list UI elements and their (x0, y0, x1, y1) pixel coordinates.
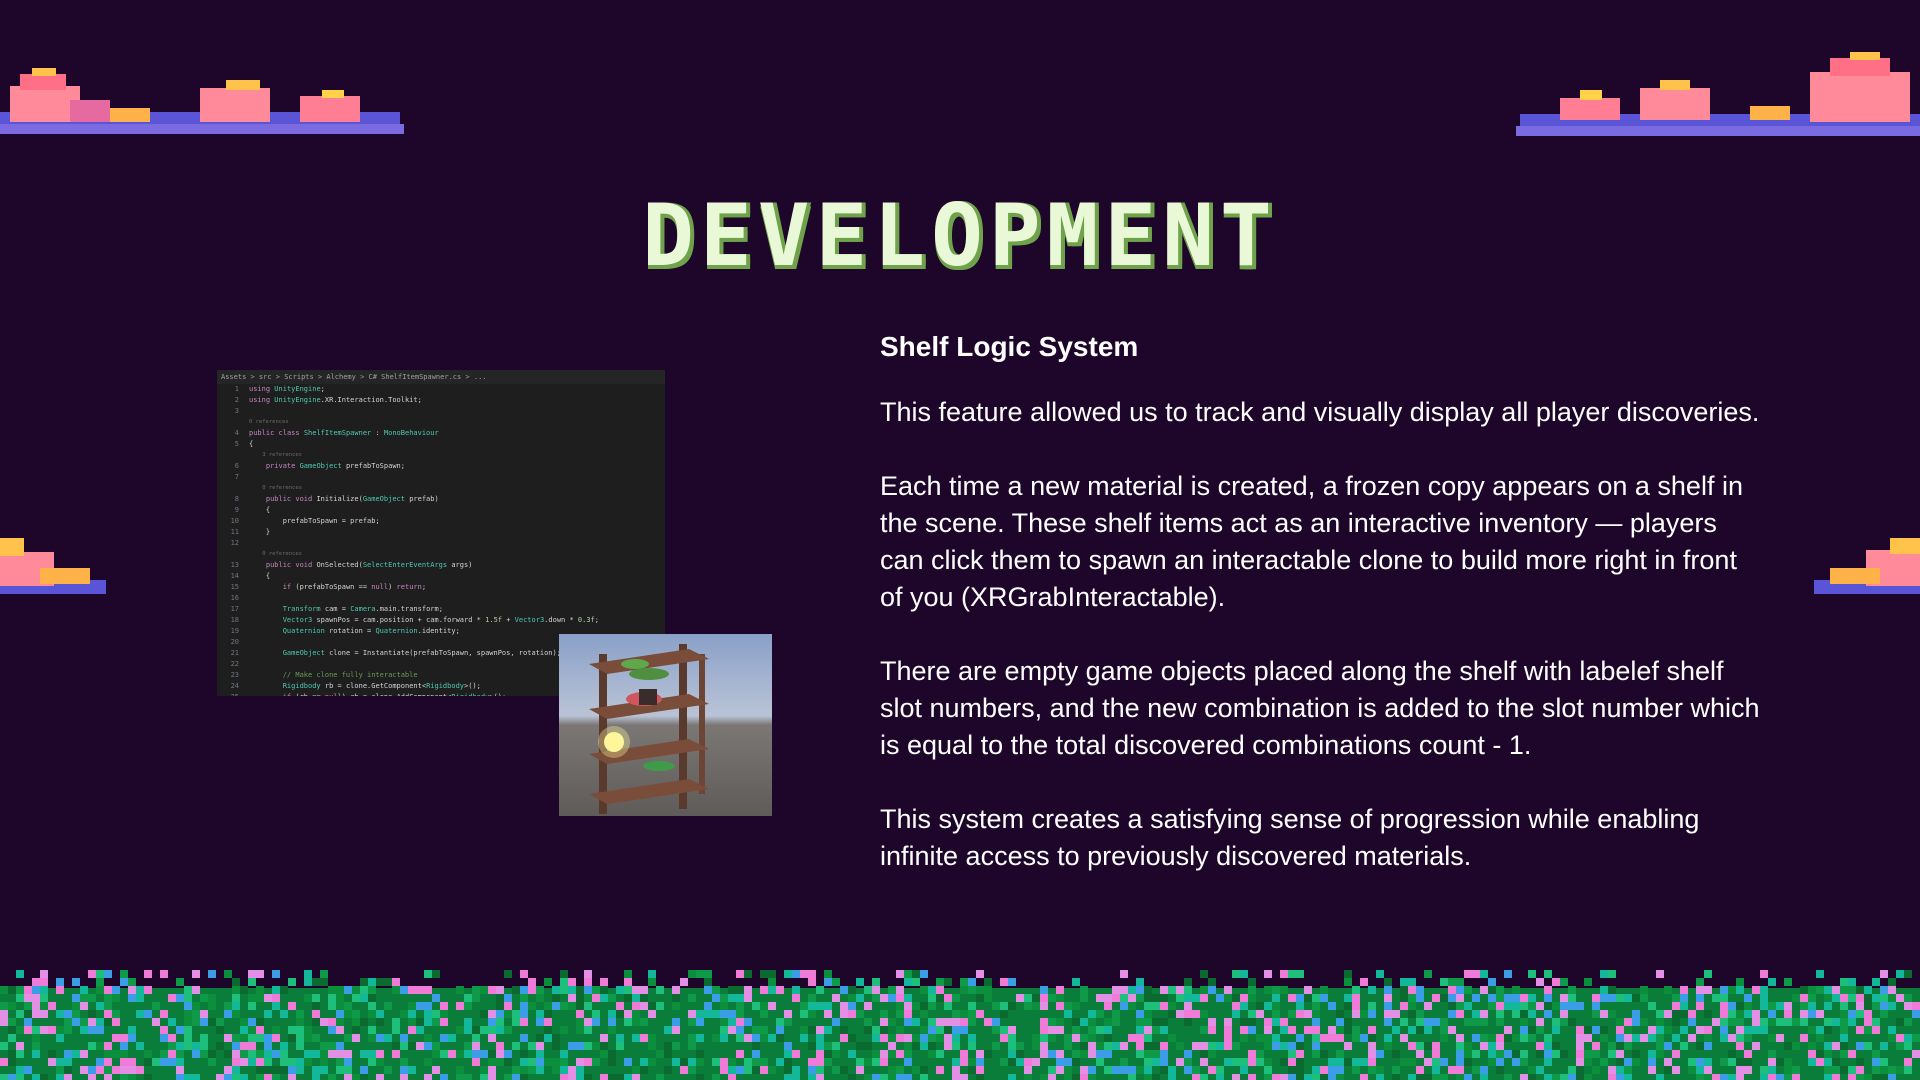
code-line: 13 public void OnSelected(SelectEnterEve… (217, 560, 665, 571)
code-line: 10 prefabToSpawn = prefab; (217, 516, 665, 527)
line-number: 2 (234, 396, 239, 404)
line-number: 10 (230, 517, 239, 525)
line-number: 17 (230, 605, 239, 613)
code-text: prefabToSpawn = prefab; (282, 517, 380, 525)
code-text: // Make clone fully interactable (249, 671, 418, 679)
line-number: 1 (234, 385, 239, 393)
line-number: 4 (234, 429, 239, 437)
line-number (217, 549, 249, 560)
code-text: public class ShelfItemSpawner : MonoBeha… (249, 429, 439, 437)
line-number (217, 450, 249, 461)
code-line: 0 references (217, 549, 665, 560)
line-number: 6 (234, 462, 239, 470)
code-text: if (rb == null) rb = clone.AddComponent<… (249, 692, 506, 696)
line-number: 25 (217, 692, 249, 696)
line-number: 15 (230, 583, 239, 591)
line-number: 8 (234, 495, 239, 503)
code-line: 2 using UnityEngine.XR.Interaction.Toolki… (217, 395, 665, 406)
code-line: 15 if (prefabToSpawn == null) return; (217, 582, 665, 593)
code-text: { (249, 440, 254, 448)
code-text: } (249, 528, 271, 536)
code-text: public void Initialize(GameObject prefab… (265, 495, 439, 503)
code-text: 0 references (249, 485, 302, 491)
line-number: 24 (230, 682, 239, 690)
line-number: 23 (230, 671, 239, 679)
code-text: { (249, 506, 271, 514)
section-heading: Shelf Logic System (880, 331, 1139, 362)
line-number: 7 (234, 473, 239, 481)
code-text: Transform cam = Camera.main.transform; (282, 605, 443, 613)
code-line: 3 references (217, 450, 665, 461)
pixel-cloud-mid-right (1814, 538, 1920, 594)
code-text: Quaternion rotation = Quaternion.identit… (282, 627, 460, 635)
code-text: using UnityEngine.XR.Interaction.Toolkit… (249, 396, 422, 404)
code-text: 0 references (249, 551, 302, 557)
slide-title: DEVELOPMENT (642, 186, 1278, 286)
pixel-cloud-mid-left (0, 538, 106, 594)
line-number: 21 (230, 649, 239, 657)
scene-screenshot (559, 634, 772, 816)
code-text: { (249, 572, 271, 580)
paragraph: This system creates a satisfying sense o… (880, 804, 1700, 871)
code-line: 11 } (217, 527, 665, 538)
line-number (217, 417, 249, 428)
code-line: 8 public void Initialize(GameObject pref… (217, 494, 665, 505)
code-breadcrumb: Assets > src > Scripts > Alchemy > C# Sh… (217, 370, 665, 384)
code-text: using UnityEngine; (249, 385, 325, 393)
paragraph: This feature allowed us to track and vis… (880, 397, 1760, 427)
pixel-grass-border (0, 970, 1920, 1080)
code-text: Vector3 spawnPos = cam.position + cam.fo… (282, 616, 599, 624)
code-text: public void OnSelected(SelectEnterEventA… (265, 561, 473, 569)
code-line: 9 { (217, 505, 665, 516)
pixel-cloud-top-left (0, 68, 404, 134)
paragraph: Each time a new material is created, a f… (880, 471, 1743, 612)
code-line: 16 (217, 593, 665, 604)
paragraph: There are empty game objects placed alon… (880, 656, 1760, 760)
code-line: 7 (217, 472, 665, 483)
code-line: 3 (217, 406, 665, 417)
line-number: 20 (230, 638, 239, 646)
code-text: private GameObject prefabToSpawn; (265, 462, 405, 470)
shelf-render-image (559, 634, 772, 816)
code-text: 3 references (249, 452, 302, 458)
code-text: if (prefabToSpawn == null) return; (282, 583, 427, 591)
code-line: 4 public class ShelfItemSpawner : MonoBeh… (217, 428, 665, 439)
code-text: Rigidbody rb = clone.GetComponent<Rigidb… (282, 682, 481, 690)
code-line: 0 references (217, 483, 665, 494)
code-line: 17 Transform cam = Camera.main.transform… (217, 604, 665, 615)
description-panel: Shelf Logic System This feature allowed … (880, 330, 1760, 912)
line-number: 3 (234, 407, 239, 415)
code-line: 12 (217, 538, 665, 549)
line-number: 9 (234, 506, 239, 514)
code-text: GameObject clone = Instantiate(prefabToS… (282, 649, 561, 657)
code-line: 5{ (217, 439, 665, 450)
code-line: 6 private GameObject prefabToSpawn; (217, 461, 665, 472)
code-text: 0 references (249, 419, 289, 425)
code-line: 1 using UnityEngine; (217, 384, 665, 395)
code-line: 18 Vector3 spawnPos = cam.position + cam… (217, 615, 665, 626)
line-number: 22 (230, 660, 239, 668)
line-number: 5 (234, 440, 239, 448)
line-number: 14 (230, 572, 239, 580)
line-number: 18 (230, 616, 239, 624)
line-number: 12 (230, 539, 239, 547)
line-number: 19 (230, 627, 239, 635)
code-line: 14 { (217, 571, 665, 582)
line-number: 11 (230, 528, 239, 536)
pixel-cloud-top-right (1516, 52, 1920, 136)
code-line: 0 references (217, 417, 665, 428)
line-number (217, 483, 249, 494)
line-number: 13 (230, 561, 239, 569)
line-number: 16 (230, 594, 239, 602)
